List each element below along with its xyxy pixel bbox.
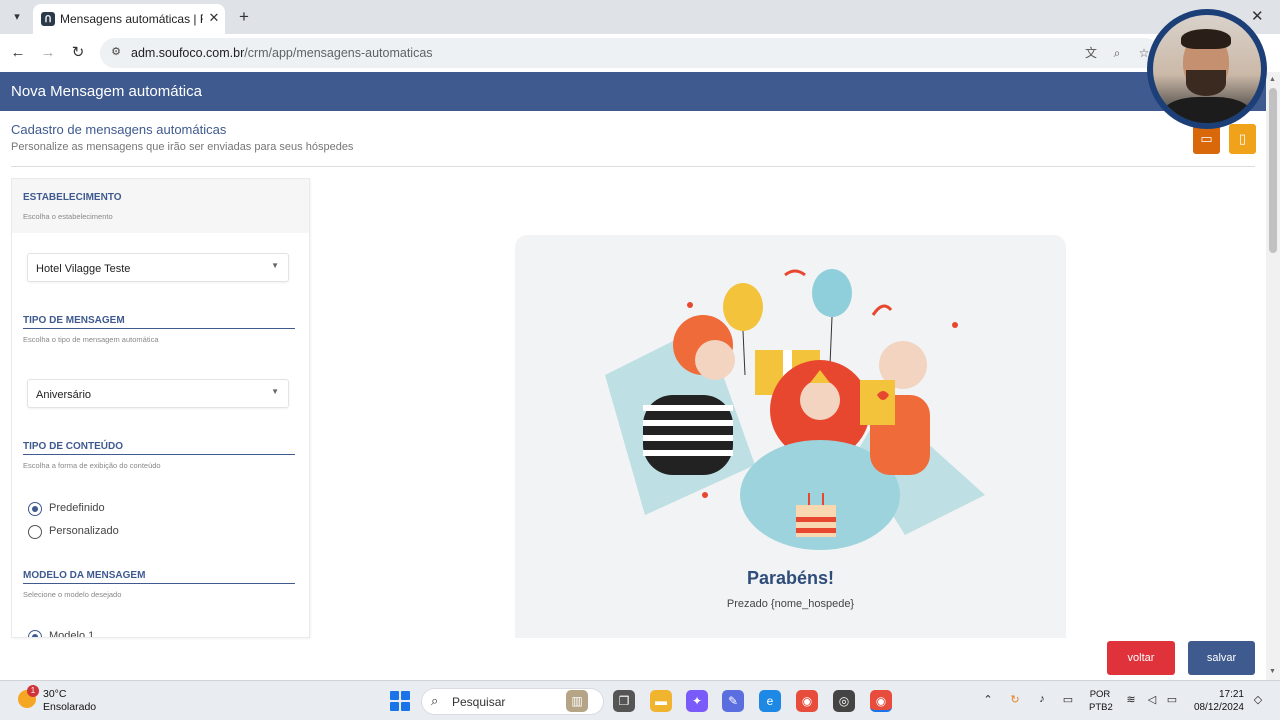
tab-close-icon[interactable]: ✕ bbox=[206, 10, 222, 26]
tab-search-chevron-icon[interactable]: ▾ bbox=[7, 8, 27, 26]
webcam-person-image bbox=[1153, 15, 1261, 123]
site-info-icon[interactable]: ⚙ bbox=[109, 45, 123, 59]
preview-subtitle: Prezado {nome_hospede} bbox=[726, 598, 855, 610]
page-title: Nova Mensagem automática bbox=[11, 83, 202, 100]
content-type-hint: Escolha a forma de exibição do conteúdo bbox=[23, 461, 161, 470]
browser-toolbar: ← → ↻ ⚙ adm.soufoco.com.br/crm/app/mensa… bbox=[0, 34, 1280, 72]
dropdown-caret-icon: ▼ bbox=[271, 387, 279, 396]
chrome-icon[interactable]: ◉ bbox=[796, 690, 818, 712]
back-button[interactable]: voltar bbox=[1107, 641, 1175, 675]
content-type-label: TIPO DE CONTEÚDO bbox=[23, 441, 295, 455]
mobile-preview-button[interactable]: ▯ bbox=[1229, 124, 1256, 154]
establishment-hint: Escolha o estabelecimento bbox=[23, 212, 113, 221]
message-model-hint: Selecione o modelo desejado bbox=[23, 590, 122, 599]
radio-button-unchecked[interactable] bbox=[28, 525, 42, 539]
establishment-select[interactable]: Hotel Vilagge Teste ▼ bbox=[27, 253, 289, 282]
panel-header bbox=[12, 179, 309, 233]
reload-icon[interactable]: ↻ bbox=[68, 43, 88, 63]
page-header: Nova Mensagem automática bbox=[0, 72, 1266, 111]
weather-temperature[interactable]: 30°C bbox=[43, 688, 66, 700]
message-type-select[interactable]: Aniversário ▼ bbox=[27, 379, 289, 408]
webcam-shirt bbox=[1163, 97, 1251, 123]
copilot-icon[interactable]: ✦ bbox=[686, 690, 708, 712]
clock-date: 08/12/2024 bbox=[1193, 702, 1244, 713]
message-type-hint: Escolha o tipo de mensagem automática bbox=[23, 335, 159, 344]
start-windows-icon[interactable] bbox=[390, 691, 410, 711]
save-button[interactable]: salvar bbox=[1188, 641, 1255, 675]
message-type-label: TIPO DE MENSAGEM bbox=[23, 315, 295, 329]
task-view-icon[interactable]: ❐ bbox=[613, 690, 635, 712]
birthday-illustration bbox=[605, 269, 985, 550]
sync-icon[interactable]: ↻ bbox=[1007, 693, 1023, 706]
section-divider bbox=[11, 166, 1255, 167]
browser-tab-active[interactable]: Ո Mensagens automáticas | Relac ✕ bbox=[33, 4, 225, 34]
laptop-icon: ▭ bbox=[1200, 131, 1213, 146]
notification-bell-icon[interactable]: ◇ bbox=[1250, 693, 1266, 706]
establishment-value: Hotel Vilagge Teste bbox=[36, 263, 131, 275]
battery-icon[interactable]: ▭ bbox=[1164, 693, 1180, 706]
search-icon: ⌕ bbox=[431, 693, 439, 708]
translate-icon[interactable]: 文 bbox=[1083, 45, 1099, 61]
microphone-icon[interactable]: ♪ bbox=[1034, 693, 1050, 705]
zoom-icon[interactable]: ⌕ bbox=[1109, 45, 1125, 61]
taskbar-search-label: Pesquisar bbox=[452, 695, 506, 709]
webcam-beard bbox=[1186, 70, 1226, 96]
url-path: /crm/app/mensagens-automaticas bbox=[244, 46, 433, 60]
search-highlight-icon[interactable]: ▥ bbox=[566, 690, 588, 712]
page-scrollbar[interactable]: ▲ ▼ bbox=[1266, 72, 1280, 680]
message-model-label: MODELO DA MENSAGEM bbox=[23, 570, 295, 584]
tab-title: Mensagens automáticas | Relac bbox=[60, 12, 203, 26]
weather-description[interactable]: Ensolarado bbox=[43, 701, 96, 713]
message-type-value: Aniversário bbox=[36, 389, 92, 401]
radio-button-checked[interactable] bbox=[28, 630, 42, 637]
clock-time: 17:21 bbox=[1218, 689, 1244, 700]
browser-tab-strip: ▾ Ո Mensagens automáticas | Relac ✕ + ✕ bbox=[0, 0, 1280, 34]
dropdown-caret-icon: ▼ bbox=[271, 261, 279, 270]
back-arrow-icon[interactable]: ← bbox=[8, 43, 28, 63]
wifi-icon[interactable]: ≋ bbox=[1123, 693, 1139, 706]
section-title: Cadastro de mensagens automáticas bbox=[11, 122, 227, 137]
webcam-hair bbox=[1181, 29, 1231, 49]
scroll-down-icon[interactable]: ▼ bbox=[1269, 668, 1276, 675]
windows-taskbar: 1 30°C Ensolarado ⌕ Pesquisar ▥ ❐ ▬ ✦ ✎ … bbox=[0, 680, 1280, 720]
volume-icon[interactable]: ◁ bbox=[1144, 693, 1160, 706]
tray-chevron-up-icon[interactable]: ⌃ bbox=[980, 693, 996, 706]
forward-arrow-icon[interactable]: → bbox=[38, 43, 58, 63]
url-text: adm.soufoco.com.br/crm/app/mensagens-aut… bbox=[131, 46, 433, 60]
establishment-label: ESTABELECIMENTO bbox=[23, 192, 122, 203]
site-favicon-icon: Ո bbox=[41, 12, 55, 26]
obs-icon[interactable]: ◎ bbox=[833, 690, 855, 712]
weather-badge: 1 bbox=[27, 685, 39, 697]
radio-label-modelo-1: Modelo 1 bbox=[49, 630, 95, 638]
new-tab-plus-icon[interactable]: + bbox=[234, 7, 254, 27]
edge-browser-icon[interactable]: e bbox=[759, 690, 781, 712]
file-explorer-icon[interactable]: ▬ bbox=[650, 690, 672, 712]
window-close-icon[interactable]: ✕ bbox=[1251, 7, 1264, 25]
webcam-overlay bbox=[1147, 9, 1267, 129]
smartphone-icon: ▯ bbox=[1238, 131, 1247, 146]
radio-label-predefinido: Predefinido bbox=[49, 502, 105, 514]
message-preview-card: Parabéns! Prezado {nome_hospede} bbox=[515, 235, 1066, 638]
language-line-2: PTB2 bbox=[1089, 702, 1113, 713]
url-domain: adm.soufoco.com.br bbox=[131, 46, 245, 60]
radio-label-personalizado: Personalizado bbox=[49, 525, 119, 537]
form-panel: ESTABELECIMENTO Escolha o estabeleciment… bbox=[11, 178, 310, 638]
address-bar[interactable]: ⚙ adm.soufoco.com.br/crm/app/mensagens-a… bbox=[100, 38, 1160, 68]
chrome-active-icon[interactable]: ◉ bbox=[870, 690, 892, 712]
system-clock[interactable]: 17:21 08/12/2024 bbox=[1190, 688, 1244, 714]
scroll-thumb[interactable] bbox=[1269, 88, 1277, 253]
preview-title: Parabéns! bbox=[746, 568, 835, 588]
radio-button-checked[interactable] bbox=[28, 502, 42, 516]
keyboard-icon[interactable]: ▭ bbox=[1060, 693, 1076, 706]
language-indicator[interactable]: POR PTB2 bbox=[1089, 688, 1113, 714]
language-line-1: POR bbox=[1089, 689, 1111, 700]
scroll-up-icon[interactable]: ▲ bbox=[1269, 76, 1276, 83]
section-subtitle: Personalize as mensagens que irão ser en… bbox=[11, 141, 354, 153]
snipping-tool-icon[interactable]: ✎ bbox=[722, 690, 744, 712]
